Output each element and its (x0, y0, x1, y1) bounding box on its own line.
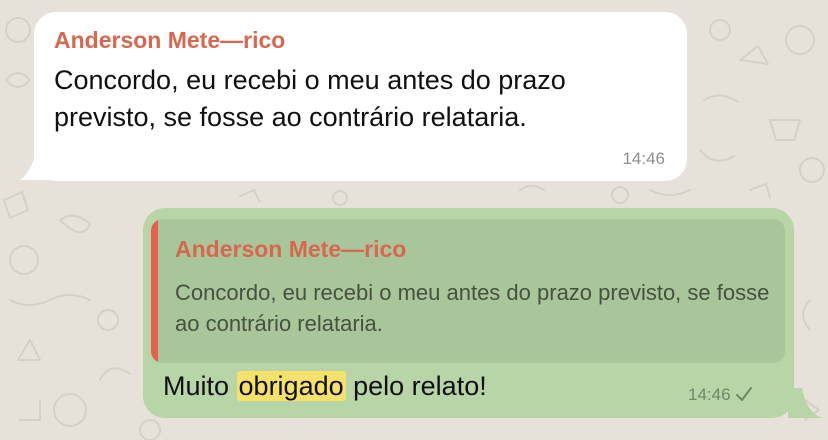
incoming-message-text: Concordo, eu recebi o meu antes do prazo… (54, 65, 566, 132)
incoming-message-bubble[interactable]: Anderson Mete—rico Concordo, eu recebi o… (34, 12, 687, 181)
quote-accent-bar (151, 219, 158, 363)
message-text-after: pelo relato! (345, 371, 487, 401)
outgoing-message-time: 14:46 (688, 385, 753, 405)
outgoing-time-label: 14:46 (688, 385, 731, 404)
outgoing-message-text: Muito obrigado pelo relato! (163, 369, 487, 404)
quoted-message-text: Concordo, eu recebi o meu antes do prazo… (175, 280, 770, 336)
highlighted-word: obrigado (236, 371, 346, 401)
incoming-message-time: 14:46 (622, 149, 665, 168)
incoming-sender-name[interactable]: Anderson Mete—rico (54, 27, 285, 54)
message-text-before: Muito (163, 371, 237, 401)
single-check-icon (735, 387, 752, 401)
quoted-message[interactable]: Anderson Mete—rico Concordo, eu recebi o… (151, 219, 785, 363)
outgoing-message-bubble[interactable]: Anderson Mete—rico Concordo, eu recebi o… (143, 208, 794, 418)
quoted-sender-name: Anderson Mete—rico (175, 236, 407, 262)
